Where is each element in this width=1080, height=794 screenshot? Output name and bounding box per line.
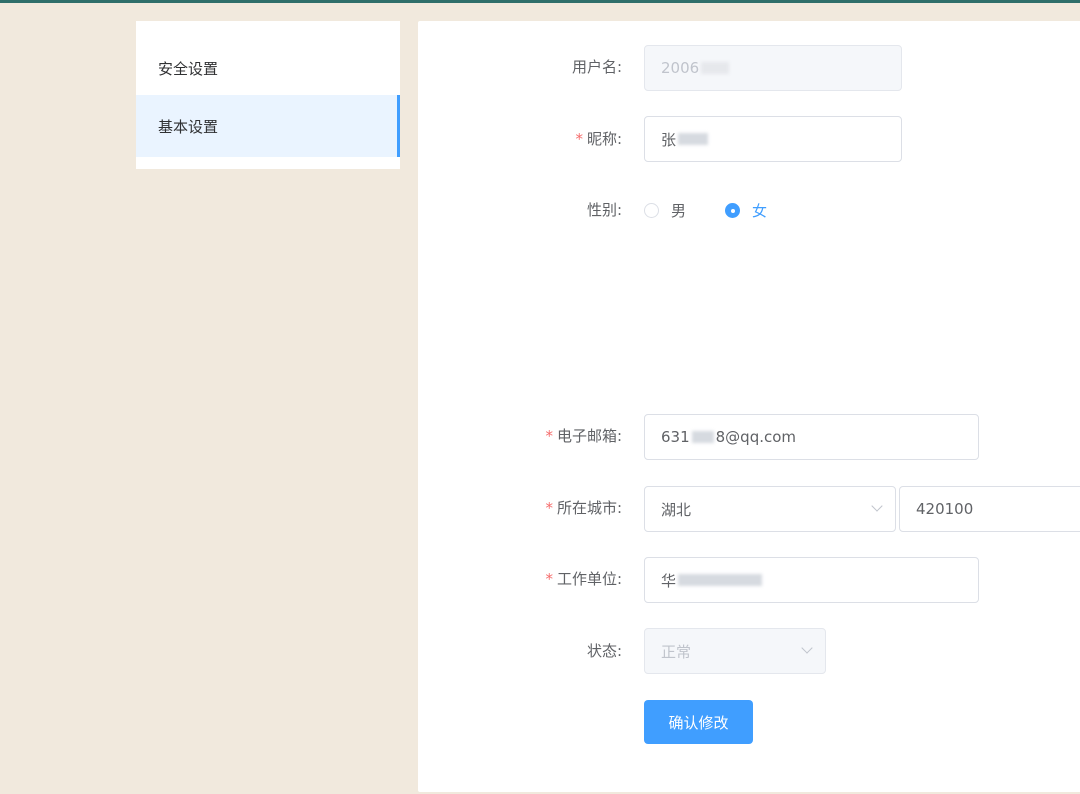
redaction-mask	[701, 62, 730, 74]
workplace-label: 工作单位:	[556, 570, 622, 588]
status-select: 正常	[644, 628, 826, 674]
nickname-label-row: * 昵称:	[422, 129, 622, 149]
status-value: 正常	[661, 642, 692, 661]
username-value: 2006	[661, 59, 700, 77]
city-code-value: 420100	[916, 500, 974, 518]
sidebar-item-label: 基本设置	[158, 117, 219, 136]
gender-option-label: 男	[671, 202, 687, 220]
radio-checked-icon	[725, 203, 740, 218]
province-select[interactable]: 湖北	[644, 486, 896, 532]
status-label: 状态:	[586, 642, 622, 660]
gender-radio-female[interactable]: 女	[725, 200, 767, 221]
nickname-label: 昵称:	[586, 130, 622, 148]
required-star: *	[545, 427, 553, 445]
nickname-input[interactable]: 张	[644, 116, 902, 162]
workplace-label-row: * 工作单位:	[422, 569, 622, 589]
sidebar-item-basic[interactable]: 基本设置	[136, 95, 400, 157]
required-star: *	[575, 130, 583, 148]
province-value: 湖北	[661, 500, 692, 519]
chevron-down-icon	[871, 500, 883, 512]
required-star: *	[545, 570, 553, 588]
email-value-suffix: 8@qq.com	[715, 428, 797, 446]
chevron-down-icon	[801, 642, 813, 654]
settings-sidebar: 安全设置 基本设置	[136, 21, 400, 169]
redaction-mask	[678, 574, 763, 586]
redaction-mask	[678, 133, 709, 145]
username-input: 2006	[644, 45, 902, 91]
redaction-mask	[691, 431, 714, 443]
top-strip	[0, 0, 1080, 3]
confirm-edit-button[interactable]: 确认修改	[644, 700, 753, 744]
profile-form-card: 用户名: 2006 * 昵称: 张 性别: 男 女 * 电子邮箱: 631 8@qq…	[418, 21, 1080, 792]
radio-icon	[644, 203, 659, 218]
workplace-value: 华	[661, 571, 677, 590]
email-value-prefix: 631	[661, 428, 690, 446]
workplace-input[interactable]: 华	[644, 557, 979, 603]
city-label-row: * 所在城市:	[422, 498, 622, 518]
username-label: 用户名:	[571, 58, 622, 76]
email-input[interactable]: 631 8@qq.com	[644, 414, 979, 460]
email-label: 电子邮箱:	[556, 427, 622, 445]
email-label-row: * 电子邮箱:	[422, 426, 622, 446]
gender-option-label: 女	[752, 202, 768, 220]
nickname-value: 张	[661, 130, 677, 149]
sidebar-item-label: 安全设置	[158, 59, 219, 78]
city-label: 所在城市:	[556, 499, 622, 517]
required-star: *	[545, 499, 553, 517]
city-code-input[interactable]: 420100	[899, 486, 1080, 532]
gender-radio-male[interactable]: 男	[644, 200, 686, 221]
sidebar-item-security[interactable]: 安全设置	[136, 37, 400, 99]
gender-label: 性别:	[586, 201, 622, 219]
